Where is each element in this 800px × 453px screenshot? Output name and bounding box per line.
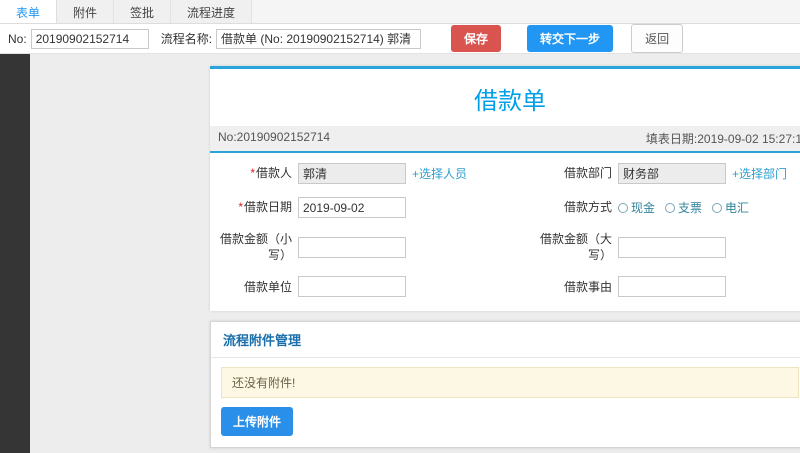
tab-form[interactable]: 表单 bbox=[0, 0, 58, 23]
borrow-reason-label: 借款事由 bbox=[563, 279, 612, 294]
tab-bar: 表单 附件 签批 流程进度 bbox=[0, 0, 800, 24]
process-name-input[interactable] bbox=[216, 28, 422, 49]
loan-form-grid: *借款人 +选择人员 借款部门 +选择部门 *借款日期 bbox=[210, 153, 800, 311]
radio-check[interactable]: 支票 bbox=[665, 199, 702, 216]
borrow-unit-label: 借款单位 bbox=[243, 279, 292, 294]
borrow-unit-input[interactable] bbox=[298, 276, 406, 298]
back-button[interactable]: 返回 bbox=[631, 24, 684, 53]
form-date-text: 填表日期:2019-09-02 15:27:1 bbox=[645, 132, 800, 146]
loan-form-panel: 借款单 No:20190902152714 填表日期:2019-09-02 15… bbox=[210, 66, 800, 312]
amount-uppercase-label: 借款金额（大写） bbox=[539, 232, 612, 263]
save-button[interactable]: 保存 bbox=[451, 25, 502, 52]
amount-lowercase-input[interactable] bbox=[298, 236, 406, 258]
tab-attachment[interactable]: 附件 bbox=[57, 0, 115, 23]
tab-approval[interactable]: 签批 bbox=[114, 0, 172, 23]
content-area: 借款单 No:20190902152714 填表日期:2019-09-02 15… bbox=[0, 54, 800, 453]
form-no-text: No:20190902152714 bbox=[218, 130, 331, 144]
radio-icon bbox=[665, 202, 676, 213]
select-department-link[interactable]: +选择部门 bbox=[732, 165, 787, 182]
amount-lowercase-label: 借款金额（小写） bbox=[219, 232, 292, 263]
radio-icon bbox=[712, 202, 723, 213]
borrower-label: *借款人 bbox=[250, 166, 292, 181]
department-label: 借款部门 bbox=[563, 166, 612, 181]
required-mark: * bbox=[250, 166, 255, 181]
required-mark: * bbox=[238, 200, 243, 215]
radio-cash[interactable]: 现金 bbox=[618, 199, 655, 216]
upload-attachment-button[interactable]: 上传附件 bbox=[221, 407, 294, 437]
no-label: No: bbox=[8, 31, 27, 46]
action-toolbar: No: 流程名称: 保存 转交下一步 返回 bbox=[0, 24, 800, 54]
left-sidebar bbox=[0, 54, 30, 453]
borrow-method-radios: 现金 支票 电汇 bbox=[618, 199, 800, 216]
attachment-panel: 流程附件管理 还没有附件! 上传附件 bbox=[210, 321, 800, 449]
amount-uppercase-input[interactable] bbox=[618, 236, 726, 258]
process-name-label: 流程名称: bbox=[160, 32, 213, 46]
page-title: 借款单 bbox=[474, 88, 546, 115]
attachment-section-title: 流程附件管理 bbox=[211, 322, 800, 359]
radio-icon bbox=[618, 202, 628, 213]
app-window: 表单 附件 签批 流程进度 No: 流程名称: 保存 转交下一步 返回 借款单 … bbox=[0, 0, 800, 453]
select-person-link[interactable]: +选择人员 bbox=[412, 165, 467, 182]
borrow-date-label: *借款日期 bbox=[238, 200, 292, 215]
form-meta-bar: No:20190902152714 填表日期:2019-09-02 15:27:… bbox=[210, 126, 800, 153]
borrow-reason-input[interactable] bbox=[618, 276, 726, 298]
radio-wire-transfer[interactable]: 电汇 bbox=[712, 199, 749, 216]
department-input[interactable] bbox=[618, 163, 726, 184]
no-input[interactable] bbox=[30, 28, 149, 49]
no-attachment-alert: 还没有附件! bbox=[221, 367, 799, 399]
borrower-input[interactable] bbox=[298, 163, 406, 184]
form-column: 借款单 No:20190902152714 填表日期:2019-09-02 15… bbox=[210, 66, 800, 453]
borrow-method-label: 借款方式 bbox=[563, 200, 612, 215]
tab-process-progress[interactable]: 流程进度 bbox=[171, 0, 253, 23]
borrow-date-input[interactable] bbox=[298, 197, 406, 218]
forward-next-step-button[interactable]: 转交下一步 bbox=[527, 25, 614, 52]
